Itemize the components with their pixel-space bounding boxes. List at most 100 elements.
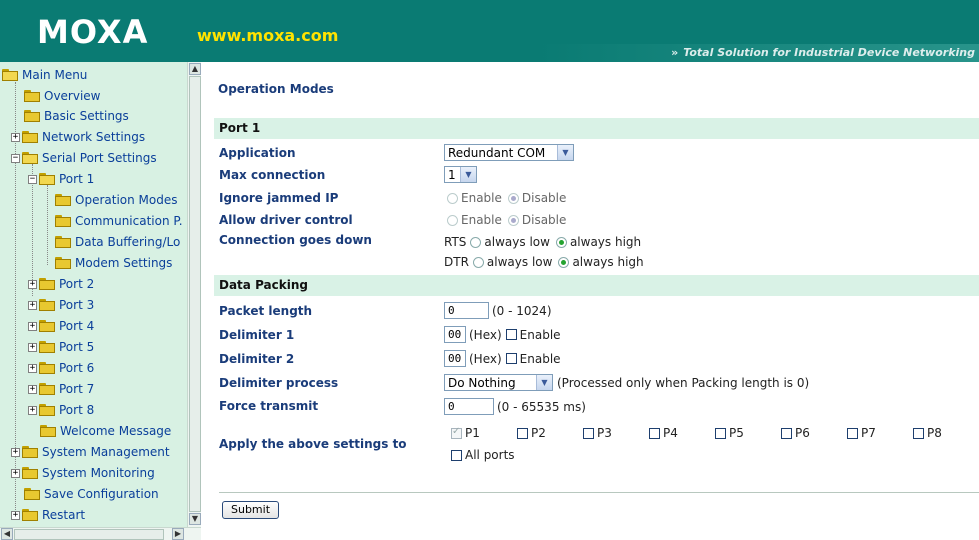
port-p6-checkbox[interactable] bbox=[781, 427, 792, 439]
checkbox-label: All ports bbox=[465, 448, 515, 462]
scroll-up-icon[interactable]: ▲ bbox=[189, 63, 201, 75]
expand-plus-icon[interactable]: + bbox=[28, 342, 37, 352]
sidebar-item-port-1[interactable]: − Port 1 bbox=[28, 169, 94, 189]
sidebar-item-modem-settings[interactable]: Modem Settings bbox=[55, 253, 172, 273]
max-connection-select[interactable]: 1 ▼ bbox=[444, 166, 477, 183]
expand-plus-icon[interactable]: + bbox=[28, 279, 37, 289]
sidebar: Main Menu Overview Basic Settings + Netw… bbox=[0, 62, 201, 540]
ignore-jammed-enable-radio[interactable] bbox=[447, 192, 458, 204]
sidebar-item-save-configuration[interactable]: Save Configuration bbox=[24, 484, 159, 504]
sidebar-item-port-3[interactable]: + Port 3 bbox=[28, 295, 94, 315]
sidebar-item-welcome-message[interactable]: Welcome Message bbox=[40, 421, 171, 441]
sidebar-item-basic-settings[interactable]: Basic Settings bbox=[24, 106, 129, 126]
port-checkbox-label: P6 bbox=[795, 426, 810, 440]
expand-plus-icon[interactable]: + bbox=[28, 405, 37, 415]
sidebar-item-label: Port 6 bbox=[59, 361, 95, 375]
sidebar-item-data-buffering[interactable]: Data Buffering/Lo bbox=[55, 232, 180, 252]
sidebar-item-label: Save Configuration bbox=[44, 487, 159, 501]
double-chevron-icon: » bbox=[671, 46, 679, 59]
application-select[interactable]: Redundant COM ▼ bbox=[444, 144, 574, 161]
ignore-jammed-disable-radio[interactable] bbox=[507, 192, 519, 204]
port-p5-checkbox[interactable] bbox=[715, 427, 726, 439]
delimiter-2-enable-checkbox[interactable] bbox=[505, 353, 517, 364]
sidebar-item-network-settings[interactable]: + Network Settings bbox=[11, 127, 145, 147]
allow-driver-enable-radio[interactable] bbox=[447, 214, 458, 226]
allow-driver-label: Allow driver control bbox=[219, 213, 353, 227]
sidebar-item-restart[interactable]: + Restart bbox=[11, 505, 85, 525]
port-checkbox-label: P2 bbox=[531, 426, 546, 440]
expand-plus-icon[interactable]: + bbox=[11, 447, 20, 457]
scroll-left-icon[interactable]: ◀ bbox=[1, 528, 13, 540]
sidebar-item-operation-modes[interactable]: Operation Modes bbox=[55, 190, 177, 210]
delimiter-1-input[interactable] bbox=[444, 326, 466, 343]
scrollbar-thumb[interactable] bbox=[189, 76, 201, 512]
port-p3-checkbox[interactable] bbox=[583, 427, 594, 439]
sidebar-vertical-scrollbar[interactable]: ▲ ▼ bbox=[187, 62, 201, 527]
tagline-text: Total Solution for Industrial Device Net… bbox=[683, 46, 975, 59]
max-connection-label: Max connection bbox=[219, 168, 326, 182]
delimiter-1-enable-checkbox[interactable] bbox=[505, 329, 517, 340]
folder-icon bbox=[24, 110, 40, 122]
port-checkbox-label: P1 bbox=[465, 426, 480, 440]
sidebar-item-port-7[interactable]: + Port 7 bbox=[28, 379, 94, 399]
sidebar-item-port-4[interactable]: + Port 4 bbox=[28, 316, 94, 336]
expand-plus-icon[interactable]: + bbox=[11, 468, 20, 478]
application-value: Redundant COM bbox=[448, 145, 546, 160]
folder-icon bbox=[39, 299, 55, 311]
radio-label: Disable bbox=[521, 191, 567, 205]
port-p4-checkbox[interactable] bbox=[649, 427, 660, 439]
scrollbar-thumb[interactable] bbox=[14, 529, 164, 540]
rts-always-low-radio[interactable] bbox=[470, 236, 482, 248]
sidebar-item-main-menu[interactable]: Main Menu bbox=[2, 65, 87, 85]
collapse-minus-icon[interactable]: − bbox=[11, 153, 20, 163]
sidebar-item-communication-parameters[interactable]: Communication P. bbox=[55, 211, 183, 231]
sidebar-item-port-5[interactable]: + Port 5 bbox=[28, 337, 94, 357]
port-p2-checkbox[interactable] bbox=[517, 427, 528, 439]
sidebar-item-label: System Management bbox=[42, 445, 170, 459]
delimiter-process-select[interactable]: Do Nothing ▼ bbox=[444, 374, 553, 391]
radio-label: Enable bbox=[461, 213, 502, 227]
sidebar-item-label: Serial Port Settings bbox=[42, 151, 157, 165]
rts-label: RTS bbox=[444, 235, 467, 249]
scroll-down-icon[interactable]: ▼ bbox=[189, 513, 201, 525]
sidebar-item-port-8[interactable]: + Port 8 bbox=[28, 400, 94, 420]
sidebar-item-serial-port-settings[interactable]: − Serial Port Settings bbox=[11, 148, 157, 168]
port-checkbox-label: P3 bbox=[597, 426, 612, 440]
delimiter-2-input[interactable] bbox=[444, 350, 466, 367]
port-p1-checkbox[interactable] bbox=[451, 426, 462, 439]
rts-always-high-radio[interactable] bbox=[555, 236, 567, 248]
collapse-minus-icon[interactable]: − bbox=[28, 174, 37, 184]
sidebar-item-label: Data Buffering/Lo bbox=[75, 235, 181, 249]
expand-plus-icon[interactable]: + bbox=[28, 363, 37, 373]
expand-plus-icon[interactable]: + bbox=[28, 321, 37, 331]
site-url[interactable]: www.moxa.com bbox=[197, 27, 338, 45]
sidebar-item-port-2[interactable]: + Port 2 bbox=[28, 274, 94, 294]
port-p8-checkbox[interactable] bbox=[913, 427, 924, 439]
sidebar-item-system-management[interactable]: + System Management bbox=[11, 442, 170, 462]
sidebar-item-overview[interactable]: Overview bbox=[24, 86, 101, 106]
port-checkbox-label: P7 bbox=[861, 426, 876, 440]
folder-icon bbox=[55, 257, 71, 269]
port-checkbox-label: P5 bbox=[729, 426, 744, 440]
sidebar-item-system-monitoring[interactable]: + System Monitoring bbox=[11, 463, 155, 483]
force-transmit-input[interactable] bbox=[444, 398, 494, 415]
dtr-always-low-radio[interactable] bbox=[472, 256, 484, 268]
folder-icon bbox=[22, 467, 38, 479]
port-p7-checkbox[interactable] bbox=[847, 427, 858, 439]
packet-length-input[interactable] bbox=[444, 302, 489, 319]
allow-driver-disable-radio[interactable] bbox=[507, 214, 519, 226]
sidebar-item-label: Port 2 bbox=[59, 277, 95, 291]
sidebar-horizontal-scrollbar[interactable]: ◀ ▶ bbox=[0, 527, 201, 540]
all-ports-checkbox[interactable] bbox=[451, 449, 462, 461]
dtr-always-high-radio[interactable] bbox=[558, 256, 570, 268]
folder-icon bbox=[24, 488, 40, 500]
scroll-right-icon[interactable]: ▶ bbox=[172, 528, 184, 540]
expand-plus-icon[interactable]: + bbox=[28, 384, 37, 394]
sidebar-item-port-6[interactable]: + Port 6 bbox=[28, 358, 94, 378]
expand-plus-icon[interactable]: + bbox=[11, 132, 20, 142]
expand-plus-icon[interactable]: + bbox=[28, 300, 37, 310]
sidebar-item-label: System Monitoring bbox=[42, 466, 155, 480]
folder-icon bbox=[55, 194, 71, 206]
expand-plus-icon[interactable]: + bbox=[11, 510, 20, 520]
submit-button[interactable]: Submit bbox=[222, 501, 280, 519]
